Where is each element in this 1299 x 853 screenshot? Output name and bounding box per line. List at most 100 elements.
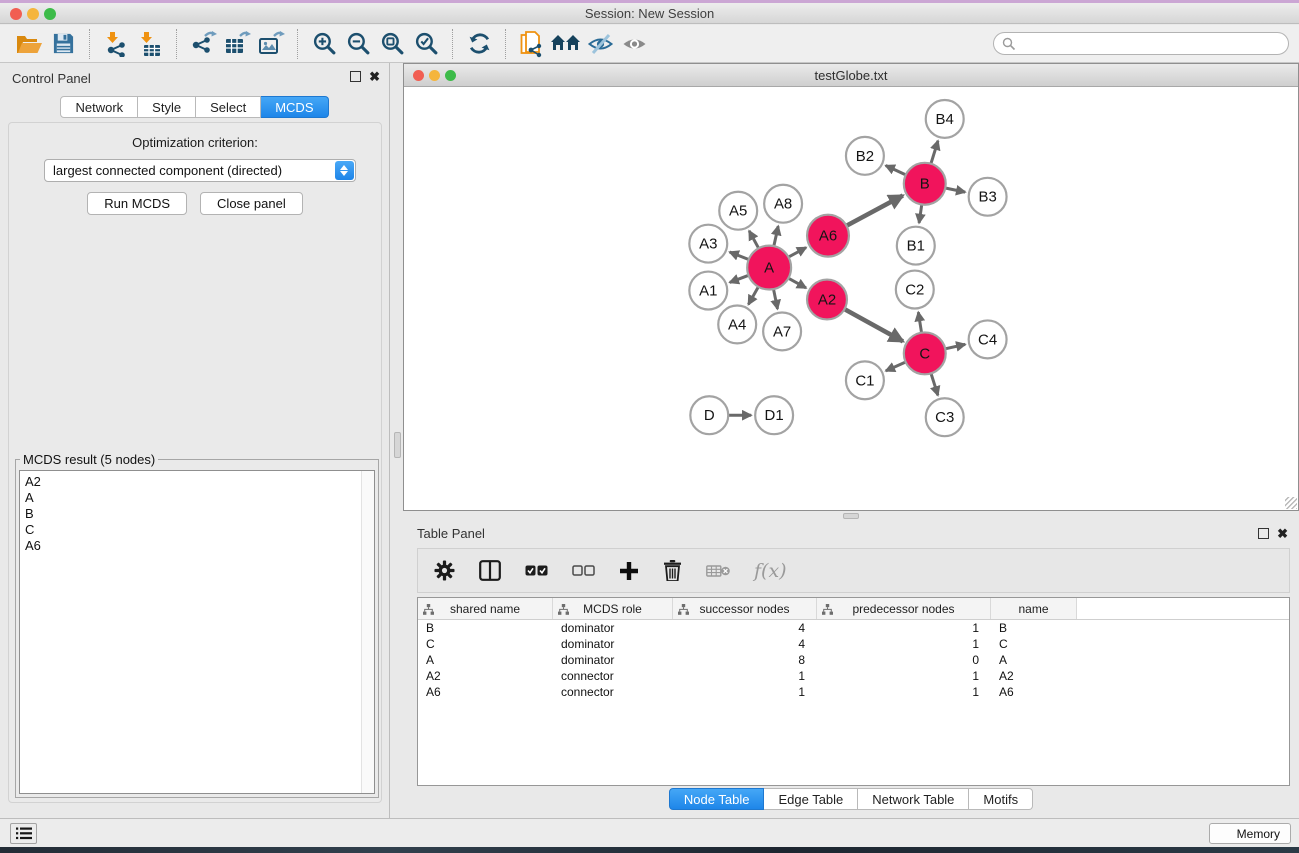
table-row[interactable]: B dominator 4 1 B [418,620,1289,636]
zoom-button[interactable] [44,8,56,20]
close-button[interactable] [413,70,424,81]
main-titlebar[interactable]: Session: New Session [0,3,1299,24]
zoom-selected-icon[interactable] [409,29,443,59]
memory-button[interactable]: Memory [1209,823,1291,844]
graph-edge-A-A2[interactable] [788,278,806,288]
list-item[interactable]: A2 [25,474,374,490]
export-image-icon[interactable] [254,29,288,59]
zoom-fit-icon[interactable] [375,29,409,59]
select-all-checkbox-icon[interactable] [525,565,548,576]
task-list-button[interactable] [10,823,37,844]
column-header-name[interactable]: name [991,598,1077,619]
tab-motifs[interactable]: Motifs [969,788,1033,810]
zoom-button[interactable] [445,70,456,81]
houses-icon[interactable] [549,29,583,59]
tab-select[interactable]: Select [196,96,261,118]
gear-icon[interactable] [434,560,455,581]
network-window-titlebar[interactable]: testGlobe.txt [404,64,1298,87]
tab-mcds[interactable]: MCDS [261,96,328,118]
refresh-icon[interactable] [462,29,496,59]
delete-icon[interactable] [663,560,682,581]
table-row[interactable]: A6 connector 1 1 A6 [418,684,1289,700]
zoom-out-icon[interactable] [341,29,375,59]
control-panel-tabs: Network Style Select MCDS [0,96,389,118]
memory-label: Memory [1237,827,1280,841]
function-label: f(x) [754,560,787,582]
eye-icon[interactable] [617,29,651,59]
close-panel-icon[interactable]: ✖ [1277,527,1288,540]
graph-edge-C-C3[interactable] [931,373,938,395]
tab-network[interactable]: Network [60,96,138,118]
column-header-successor-nodes[interactable]: successor nodes [673,598,817,619]
graph-edge-A-A1[interactable] [730,275,749,282]
search-input[interactable] [993,32,1289,55]
export-table-icon[interactable] [220,29,254,59]
column-header-predecessor-nodes[interactable]: predecessor nodes [817,598,991,619]
open-folder-icon[interactable] [12,29,46,59]
mcds-result-list[interactable]: A2 A B C A6 [19,470,375,794]
zoom-in-icon[interactable] [307,29,341,59]
list-item[interactable]: A [25,490,374,506]
graph-edge-A-A8[interactable] [774,226,778,246]
import-table-icon[interactable] [133,29,167,59]
graph-edge-A-A3[interactable] [730,252,749,260]
column-header-mcds-role[interactable]: MCDS role [553,598,673,619]
minimize-button[interactable] [27,8,39,20]
column-header-shared-name[interactable]: shared name [418,598,553,619]
column-header-filler [1077,598,1289,619]
shared-column-icon [423,604,434,618]
deselect-checkbox-icon[interactable] [572,565,595,576]
network-canvas[interactable]: B4B2BB3A8A5A6A3B1AC2A1A2A4A7C4CC1DD1C3 [404,87,1298,510]
criterion-select[interactable]: largest connected component (directed) [44,159,356,182]
tab-node-table[interactable]: Node Table [669,788,765,810]
save-icon[interactable] [46,29,80,59]
toolbar-separator [505,29,506,59]
tab-network-table[interactable]: Network Table [858,788,969,810]
export-network-icon[interactable] [186,29,220,59]
float-panel-icon[interactable] [350,71,361,82]
network-document-icon[interactable] [515,29,549,59]
graph-edge-C-C4[interactable] [945,344,965,348]
delete-table-icon[interactable] [706,564,730,578]
list-item[interactable]: B [25,506,374,522]
graph-edge-B-B2[interactable] [886,166,906,175]
list-item[interactable]: A6 [25,538,374,554]
close-panel-icon[interactable]: ✖ [369,70,380,83]
function-icon[interactable]: f(x) [754,560,787,582]
table-row[interactable]: A2 connector 1 1 A2 [418,668,1289,684]
graph-edge-C-C1[interactable] [886,362,906,371]
resize-grip[interactable] [1285,497,1297,509]
graph-edge-B-B3[interactable] [945,188,965,192]
tab-edge-table[interactable]: Edge Table [764,788,858,810]
graph-edge-A-A4[interactable] [748,287,758,305]
toolbar-search [993,32,1289,55]
list-item[interactable]: C [25,522,374,538]
run-mcds-button[interactable]: Run MCDS [87,192,187,215]
graph-edge-A-A6[interactable] [788,248,806,258]
graph-node-label-A5: A5 [729,203,747,220]
table-row[interactable]: A dominator 8 0 A [418,652,1289,668]
float-panel-icon[interactable] [1258,528,1269,539]
add-column-icon[interactable] [619,561,639,581]
hide-eye-icon[interactable] [583,29,617,59]
toolbar-separator [452,29,453,59]
graph-node-label-D1: D1 [765,407,784,424]
split-columns-icon[interactable] [479,560,501,581]
table-row[interactable]: C dominator 4 1 C [418,636,1289,652]
graph-edge-A-A7[interactable] [774,289,778,309]
minimize-button[interactable] [429,70,440,81]
close-panel-button[interactable]: Close panel [200,192,303,215]
graph-edge-C-C2[interactable] [918,312,921,332]
horizontal-splitter-handle[interactable] [843,513,859,519]
graph-edge-A6-B[interactable] [846,196,902,226]
close-button[interactable] [10,8,22,20]
graph-edge-A2-C[interactable] [844,309,902,341]
scrollbar[interactable] [361,471,374,793]
tab-style[interactable]: Style [138,96,196,118]
graph-edge-B-B4[interactable] [931,141,938,164]
vertical-splitter-handle[interactable] [394,432,401,458]
graph-edge-B-B1[interactable] [919,205,922,223]
import-network-icon[interactable] [99,29,133,59]
graph-edge-A-A5[interactable] [749,231,758,248]
optimization-criterion-label: Optimization criterion: [9,135,381,150]
